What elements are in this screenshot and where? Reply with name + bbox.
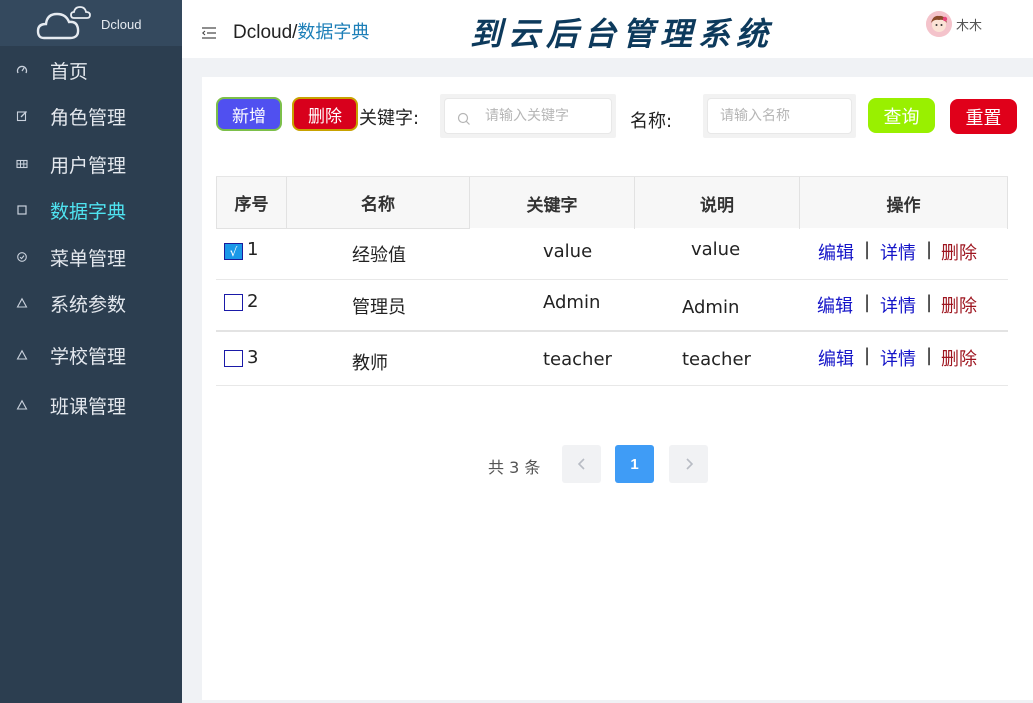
- pagination-page-button[interactable]: 1: [615, 445, 654, 483]
- table-header: 序号 名称 关键字 说明 操作: [216, 176, 1008, 229]
- action-separator: |: [926, 292, 933, 313]
- reset-button[interactable]: 重置: [950, 99, 1017, 134]
- sidebar-item-label: 用户管理: [50, 154, 127, 177]
- sidebar-item-label: 班课管理: [50, 395, 127, 418]
- chevron-left-icon: [577, 458, 585, 470]
- triangle-icon: [15, 398, 29, 412]
- add-button[interactable]: 新增: [216, 97, 282, 131]
- sidebar-item-label: 菜单管理: [50, 247, 127, 270]
- cloud-logo-icon: [36, 6, 91, 40]
- dashboard-icon: [15, 63, 29, 77]
- row-keyword: Admin: [543, 292, 601, 313]
- sidebar-item-system-params[interactable]: 系统参数: [0, 283, 182, 323]
- sidebar-item-users[interactable]: 用户管理: [0, 144, 182, 184]
- row-index: 1: [247, 239, 259, 260]
- sidebar-item-label: 首页: [50, 60, 89, 83]
- sidebar-item-home[interactable]: 首页: [0, 50, 182, 90]
- row-checkbox[interactable]: √: [224, 243, 243, 260]
- keyword-label: 关键字:: [359, 108, 420, 129]
- app-root: Dcloud 首页 角色管理 用户管理 数据字典 菜单管理 系统参数 学校管理 …: [0, 0, 1033, 703]
- sidebar-item-classes[interactable]: 班课管理: [0, 385, 182, 425]
- row-checkbox[interactable]: [224, 350, 243, 367]
- action-separator: |: [864, 292, 871, 313]
- sidebar-item-schools[interactable]: 学校管理: [0, 335, 182, 375]
- action-separator: |: [864, 239, 871, 260]
- user-name: 木木: [956, 18, 983, 34]
- logo[interactable]: Dcloud: [0, 0, 182, 46]
- sidebar-item-label: 角色管理: [50, 106, 127, 129]
- table-row: 2 管理员 Admin Admin 编辑 | 详情 | 删除: [216, 280, 1008, 332]
- circle-check-icon: [15, 250, 29, 264]
- pagination-total: 共 3 条: [488, 458, 541, 477]
- pagination-prev-button[interactable]: [562, 445, 601, 483]
- row-index: 2: [247, 291, 259, 312]
- row-name: 管理员: [352, 297, 406, 318]
- user-menu[interactable]: 木木: [926, 11, 982, 37]
- breadcrumb-current: 数据字典: [297, 22, 370, 43]
- row-description: value: [691, 239, 741, 260]
- row-name: 经验值: [352, 245, 406, 266]
- sidebar-item-data-dictionary[interactable]: 数据字典: [0, 190, 182, 230]
- search-icon: [457, 111, 471, 130]
- column-header-name: 名称: [287, 177, 470, 229]
- system-title: 到云后台管理系统: [470, 15, 775, 53]
- edit-link[interactable]: 编辑: [818, 345, 854, 371]
- row-checkbox[interactable]: [224, 294, 243, 311]
- column-header-actions: 操作: [800, 177, 1008, 229]
- grid-icon: [15, 157, 29, 171]
- name-label: 名称:: [630, 111, 673, 132]
- triangle-icon: [15, 296, 29, 310]
- sidebar: Dcloud 首页 角色管理 用户管理 数据字典 菜单管理 系统参数 学校管理 …: [0, 0, 182, 703]
- avatar: [926, 11, 952, 37]
- sidebar-item-label: 数据字典: [50, 200, 127, 223]
- name-search-input[interactable]: [708, 99, 851, 133]
- triangle-icon: [15, 348, 29, 362]
- dictionary-table: 序号 名称 关键字 说明 操作 √ 1 经验值 value value 编辑 |…: [216, 176, 1008, 386]
- edit-icon: [15, 109, 29, 123]
- pagination-next-button[interactable]: [669, 445, 708, 483]
- edit-link[interactable]: 编辑: [817, 292, 853, 318]
- action-separator: |: [926, 239, 933, 260]
- table-row: 3 教师 teacher teacher 编辑 | 详情 | 删除: [216, 332, 1008, 386]
- delete-link[interactable]: 删除: [941, 239, 977, 265]
- name-input-wrap: [703, 94, 856, 138]
- detail-link[interactable]: 详情: [880, 292, 916, 318]
- collapse-menu-icon[interactable]: [201, 24, 216, 43]
- row-keyword: teacher: [543, 349, 612, 370]
- keyword-input-wrap: [440, 94, 616, 138]
- row-name: 教师: [352, 353, 388, 374]
- batch-delete-button[interactable]: 删除: [292, 97, 358, 131]
- query-button[interactable]: 查询: [868, 98, 935, 133]
- detail-link[interactable]: 详情: [880, 239, 916, 265]
- sidebar-item-roles[interactable]: 角色管理: [0, 96, 182, 136]
- action-separator: |: [864, 345, 871, 366]
- row-description: Admin: [682, 297, 740, 318]
- detail-link[interactable]: 详情: [880, 345, 916, 371]
- table-row: √ 1 经验值 value value 编辑 | 详情 | 删除: [216, 228, 1008, 280]
- delete-link[interactable]: 删除: [941, 345, 977, 371]
- column-header-index: 序号: [216, 177, 287, 229]
- action-separator: |: [926, 345, 933, 366]
- row-description: teacher: [682, 349, 751, 370]
- edit-link[interactable]: 编辑: [818, 239, 854, 265]
- top-header: Dcloud/数据字典 到云后台管理系统 木木: [182, 0, 1033, 58]
- square-icon: [15, 203, 29, 217]
- column-header-keyword: 关键字: [470, 177, 635, 229]
- sidebar-item-label: 学校管理: [50, 345, 127, 368]
- chevron-right-icon: [685, 458, 693, 470]
- main-content: 新增 删除 关键字: 名称: 查询 重置 序号 名称 关键字 说: [202, 77, 1033, 700]
- column-header-description: 说明: [635, 177, 800, 229]
- breadcrumb: Dcloud/数据字典: [233, 18, 369, 44]
- row-index: 3: [247, 347, 259, 368]
- row-keyword: value: [543, 241, 593, 262]
- sidebar-item-label: 系统参数: [50, 293, 127, 316]
- logo-text: Dcloud: [101, 17, 142, 32]
- delete-link[interactable]: 删除: [941, 292, 977, 318]
- breadcrumb-root[interactable]: Dcloud/: [233, 22, 297, 43]
- sidebar-item-menus[interactable]: 菜单管理: [0, 237, 182, 277]
